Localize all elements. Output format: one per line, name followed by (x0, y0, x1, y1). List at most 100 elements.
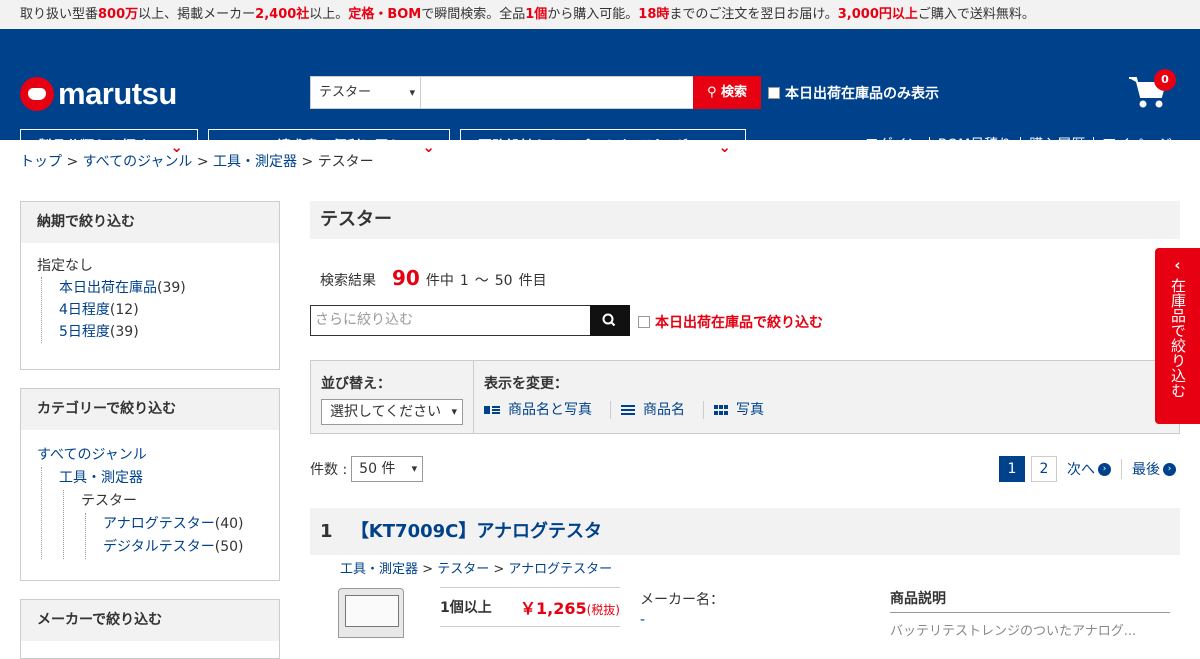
category-link[interactable]: すべてのジャンル (37, 447, 147, 463)
result-text: ～ (474, 273, 489, 289)
search-icon: ⚲ (706, 85, 717, 100)
login-link[interactable]: ログイン (857, 137, 929, 153)
breadcrumb: トップ > すべてのジャンル > 工具・測定器 > テスター (20, 151, 374, 171)
nav-prototyping[interactable]: 回路設計からのプロトタイピング ⌄ (460, 129, 746, 165)
filter-count: (12) (109, 302, 139, 318)
stock-only-checkbox[interactable]: 本日出荷在庫品のみ表示 (768, 83, 939, 103)
search-icon (602, 313, 616, 327)
list-photo-icon (484, 406, 500, 414)
filter-option[interactable]: 本日出荷在庫品(39) (59, 277, 263, 299)
search-category-select[interactable]: テスター (310, 76, 421, 109)
category-link[interactable]: 工具・測定器 (59, 470, 143, 486)
page-1[interactable]: 1 (999, 456, 1025, 482)
view-option-label: 商品名と写真 (508, 402, 592, 418)
per-page-control: 件数 : 50 件 (310, 456, 424, 482)
chevron-right-icon: › (1098, 462, 1111, 476)
per-page-select[interactable]: 50 件 (351, 456, 424, 482)
announcement-highlight: 1個 (525, 7, 548, 22)
next-label: 次へ (1067, 462, 1095, 478)
site-logo[interactable]: marutsu (20, 76, 177, 112)
result-text: 件目 (518, 273, 547, 289)
breadcrumb-current: テスター (317, 154, 374, 170)
panel-title: 納期で絞り込む (21, 202, 279, 243)
result-label: 検索結果 (320, 273, 376, 289)
category-option[interactable]: デジタルテスター(50) (103, 536, 263, 559)
per-page-label: 件数 : (310, 462, 348, 478)
announcement-text: ご購入で送料無料。 (917, 7, 1035, 22)
result-from: 1 (459, 273, 469, 289)
result-text: 件中 (425, 273, 454, 289)
product-category-path: 工具・測定器 > テスター > アナログテスター (340, 558, 612, 577)
user-links: ログイン BOM見積り 購入履歴 マイページ (857, 137, 1180, 153)
breadcrumb-link[interactable]: すべてのジャンル (83, 154, 193, 170)
maker-link[interactable]: - (640, 612, 645, 628)
product-title-bar: 1 【KT7009C】アナログテスタ (310, 508, 1180, 555)
product-name-link[interactable]: 【KT7009C】アナログテスタ (351, 521, 602, 542)
breadcrumb-separator: > (422, 562, 434, 577)
checkbox-box[interactable] (768, 87, 780, 99)
breadcrumb-link[interactable]: トップ (20, 154, 62, 170)
view-photo-only[interactable]: 写真 (703, 401, 782, 419)
product-index: 1 (320, 521, 333, 542)
view-name-and-photo[interactable]: 商品名と写真 (484, 401, 610, 419)
product-category-link[interactable]: 工具・測定器 (340, 562, 418, 577)
chevron-down-icon: ⌄ (718, 138, 731, 156)
price-tax-note: (税抜) (586, 603, 620, 617)
filter-link[interactable]: 本日出荷在庫品 (59, 280, 157, 296)
announcement-text: で瞬間検索。全品 (421, 7, 526, 22)
filter-none[interactable]: 指定なし (37, 255, 263, 277)
refine-stock-checkbox[interactable]: 本日出荷在庫品で絞り込む (638, 312, 823, 332)
last-label: 最後 (1132, 462, 1160, 478)
sort-label: 並び替え： (321, 376, 391, 392)
filter-count: (39) (109, 324, 139, 340)
announcement-text: から購入可能。 (547, 7, 639, 22)
refine-search-input[interactable]: さらに絞り込む (310, 305, 591, 336)
search-button-label: 検索 (721, 85, 748, 100)
cart-count-badge: 0 (1154, 69, 1176, 91)
view-name-only[interactable]: 商品名 (610, 401, 703, 419)
announcement-highlight: 18時 (638, 7, 670, 22)
cart-button[interactable]: 0 (1128, 69, 1176, 111)
product-category-link[interactable]: アナログテスター (508, 562, 612, 577)
bom-quote-link[interactable]: BOM見積り (928, 137, 1020, 153)
search-input[interactable] (421, 76, 694, 109)
stock-filter-side-tab[interactable]: ‹ 在庫品で絞り込む (1155, 248, 1200, 424)
price-row: 1個以上 ￥1,265(税抜) (440, 587, 620, 627)
logo-wordmark: marutsu (58, 76, 177, 111)
filter-link[interactable]: 5日程度 (59, 324, 110, 340)
price-value: ￥1,265 (520, 599, 587, 618)
checkbox-box[interactable] (638, 316, 650, 328)
breadcrumb-separator: > (66, 154, 79, 170)
category-link[interactable]: デジタルテスター (103, 539, 215, 555)
view-label: 表示を変更： (484, 376, 568, 392)
order-history-link[interactable]: 購入履歴 (1020, 137, 1093, 153)
next-page-link[interactable]: 次へ › (1063, 459, 1115, 479)
stock-only-label: 本日出荷在庫品のみ表示 (785, 86, 939, 102)
sort-select[interactable]: 選択してください (321, 399, 463, 425)
announcement-highlight: 2,400社 (255, 7, 310, 22)
filter-option[interactable]: 4日程度(12) (59, 299, 263, 321)
breadcrumb-link[interactable]: 工具・測定器 (213, 154, 297, 170)
refine-search-button[interactable] (590, 305, 630, 336)
category-option[interactable]: アナログテスター(40) (103, 513, 263, 536)
filter-count: (39) (157, 280, 186, 296)
chevron-down-icon: ⌄ (422, 138, 435, 156)
announcement-text: 以上。 (309, 7, 349, 22)
pagination: 1 2 次へ › 最後 › (999, 456, 1180, 482)
search-button[interactable]: ⚲ 検索 (693, 76, 761, 109)
delivery-filter-panel: 納期で絞り込む 指定なし 本日出荷在庫品(39) 4日程度(12) 5日程度(3… (20, 201, 280, 370)
product-thumbnail[interactable] (338, 588, 404, 638)
category-link[interactable]: アナログテスター (103, 516, 215, 532)
last-page-link[interactable]: 最後 › (1121, 459, 1180, 479)
category-count: (40) (214, 516, 244, 532)
grid-icon (714, 405, 728, 415)
filter-option[interactable]: 5日程度(39) (59, 321, 263, 343)
panel-title: メーカーで絞り込む (21, 600, 279, 641)
mypage-link[interactable]: マイページ (1093, 137, 1180, 153)
page-2[interactable]: 2 (1031, 456, 1057, 482)
view-option-label: 写真 (736, 402, 764, 418)
breadcrumb-separator: > (196, 154, 209, 170)
filter-link[interactable]: 4日程度 (59, 302, 110, 318)
product-category-link[interactable]: テスター (437, 562, 489, 577)
chevron-right-icon: › (1163, 462, 1176, 476)
